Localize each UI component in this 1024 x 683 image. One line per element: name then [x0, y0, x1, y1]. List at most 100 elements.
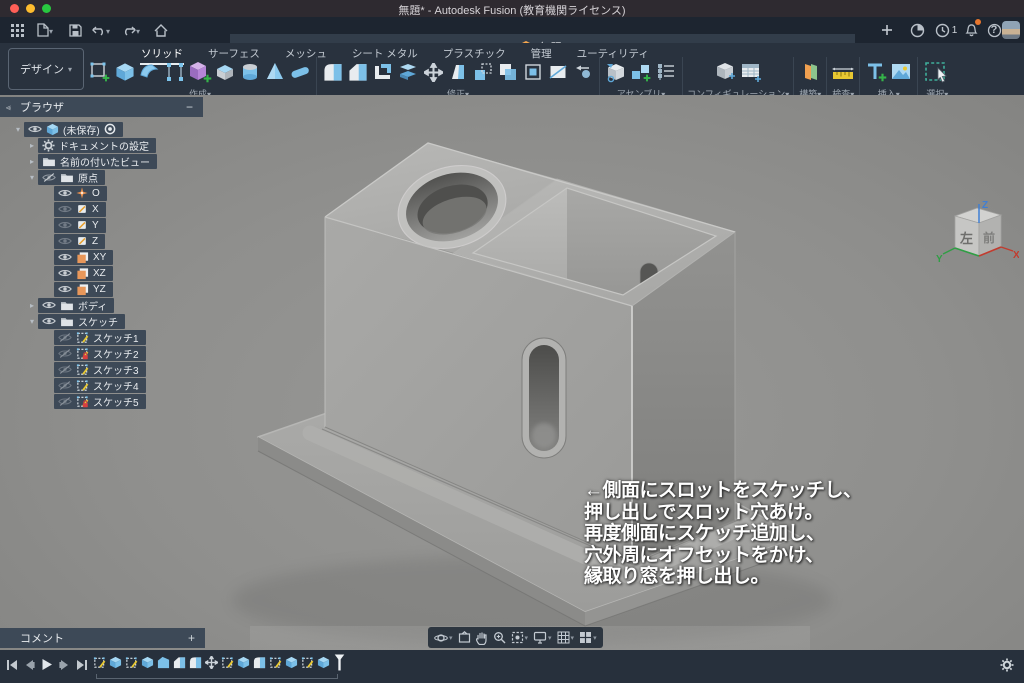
browser-row-sketch3[interactable]: スケッチ3 — [54, 361, 146, 377]
3d-viewport[interactable]: ←側面にスロットをスケッチし、 押し出しでスロット穴あけ。 再度側面にスケッチ追… — [0, 95, 1024, 650]
browser-row-sketch5[interactable]: スケッチ5 — [54, 393, 146, 409]
play-button[interactable] — [41, 658, 53, 671]
zoom-icon[interactable] — [493, 631, 506, 644]
browser-row-named-views[interactable]: ▸ 名前の付いたビュー — [26, 153, 157, 169]
loft-icon[interactable] — [163, 58, 187, 86]
notifications-bell-icon[interactable] — [962, 21, 980, 39]
eye-off-icon[interactable] — [58, 396, 72, 406]
browser-row-sketch4[interactable]: スケッチ4 — [54, 377, 146, 393]
press-pull-icon[interactable] — [396, 58, 420, 86]
extensions-icon[interactable] — [908, 21, 926, 39]
activate-component-radio[interactable] — [104, 123, 116, 135]
shell-icon[interactable] — [371, 58, 395, 86]
step-back-button[interactable] — [24, 659, 35, 671]
workspace-switcher-button[interactable]: デザイン — [8, 48, 84, 90]
browser-row-component[interactable]: ▾ (未保存) — [12, 121, 123, 137]
undo-icon[interactable] — [92, 21, 110, 39]
move-copy-icon[interactable] — [421, 58, 445, 86]
step-forward-button[interactable] — [59, 659, 70, 671]
collapse-panel-icon[interactable]: ⪡ — [6, 102, 11, 113]
timeline-extrude-feature[interactable] — [157, 655, 170, 670]
orbit-icon[interactable] — [434, 631, 453, 645]
pan-hand-icon[interactable] — [476, 631, 488, 645]
timeline-sketch-feature[interactable] — [125, 655, 138, 670]
eye-icon[interactable] — [58, 204, 72, 214]
browser-row-y-axis[interactable]: Y — [54, 217, 106, 233]
timeline-extrude-feature[interactable] — [237, 655, 250, 670]
browser-row-bodies[interactable]: ▸ ボディ — [26, 297, 114, 313]
avatar[interactable] — [1002, 21, 1020, 39]
create-sketch-icon[interactable] — [88, 58, 112, 86]
go-to-end-button[interactable] — [76, 659, 88, 671]
measure-icon[interactable] — [831, 58, 855, 86]
eye-icon[interactable] — [28, 124, 42, 134]
timeline-sketch-feature[interactable] — [93, 655, 106, 670]
offset-face-icon[interactable] — [521, 58, 545, 86]
browser-row-document-settings[interactable]: ▸ ドキュメントの設定 — [26, 137, 156, 153]
timeline-sketch-feature[interactable] — [301, 655, 314, 670]
browser-row-z-axis[interactable]: Z — [54, 233, 105, 249]
grid-snaps-icon[interactable] — [557, 631, 575, 644]
box-icon[interactable] — [213, 58, 237, 86]
browser-header[interactable]: ⪡ ブラウザ − — [0, 97, 203, 117]
browser-row-yz-plane[interactable]: YZ — [54, 281, 113, 297]
go-to-start-button[interactable] — [6, 659, 18, 671]
eye-icon[interactable] — [42, 316, 56, 326]
add-comment-button[interactable]: + — [188, 631, 195, 645]
viewport-3d-model[interactable] — [0, 95, 1024, 650]
new-component-icon[interactable] — [604, 58, 628, 86]
insert-image-icon[interactable] — [889, 58, 913, 86]
job-status-icon[interactable]: 1 — [933, 21, 959, 39]
eye-icon[interactable] — [58, 268, 72, 278]
browser-row-xz-plane[interactable]: XZ — [54, 265, 113, 281]
browser-row-sketch1[interactable]: スケッチ1 — [54, 329, 146, 345]
scale-icon[interactable] — [471, 58, 495, 86]
chevron-right-icon[interactable]: ▸ — [26, 157, 38, 166]
look-at-icon[interactable] — [458, 631, 471, 644]
point-move-icon[interactable] — [571, 58, 595, 86]
split-body-icon[interactable] — [546, 58, 570, 86]
chamfer-icon[interactable] — [346, 58, 370, 86]
eye-off-icon[interactable] — [58, 364, 72, 374]
viewports-icon[interactable] — [579, 631, 597, 644]
home-icon[interactable] — [152, 21, 170, 39]
timeline-extrude-feature[interactable] — [141, 655, 154, 670]
chevron-right-icon[interactable]: ▸ — [26, 301, 38, 310]
comments-bar[interactable]: コメント + — [0, 628, 205, 648]
cylinder-icon[interactable] — [238, 58, 262, 86]
eye-icon[interactable] — [42, 300, 56, 310]
eye-off-icon[interactable] — [42, 172, 56, 182]
app-grid-icon[interactable] — [8, 21, 26, 39]
timeline-sketch-feature[interactable] — [221, 655, 234, 670]
browser-row-sketches[interactable]: ▾ スケッチ — [26, 313, 125, 329]
browser-row-x-axis[interactable]: X — [54, 201, 106, 217]
browser-row-origin[interactable]: ▾ 原点 — [26, 169, 105, 185]
configure-icon[interactable] — [714, 58, 738, 86]
eye-off-icon[interactable] — [58, 380, 72, 390]
combine-icon[interactable] — [496, 58, 520, 86]
display-settings-icon[interactable] — [533, 631, 552, 644]
browser-row-origin-point[interactable]: O — [54, 185, 107, 201]
minimize-panel-icon[interactable]: − — [186, 100, 193, 114]
chevron-down-icon[interactable]: ▾ — [26, 317, 38, 326]
eye-off-icon[interactable] — [58, 332, 72, 342]
eye-icon[interactable] — [58, 188, 72, 198]
eye-icon[interactable] — [58, 236, 72, 246]
fillet-icon[interactable] — [321, 58, 345, 86]
eye-icon[interactable] — [58, 284, 72, 294]
eye-off-icon[interactable] — [58, 348, 72, 358]
file-new-icon[interactable] — [36, 21, 54, 39]
eye-icon[interactable] — [58, 252, 72, 262]
timeline-settings-gear-icon[interactable] — [1000, 658, 1014, 677]
save-icon[interactable] — [66, 21, 84, 39]
timeline-sketch-feature[interactable] — [269, 655, 282, 670]
create-form-icon[interactable] — [188, 58, 212, 86]
browser-row-sketch2[interactable]: スケッチ2 — [54, 345, 146, 361]
new-tab-icon[interactable] — [878, 21, 896, 39]
timeline-position-marker[interactable] — [333, 655, 346, 670]
timeline-fillet-feature[interactable] — [189, 655, 202, 670]
chevron-down-icon[interactable]: ▾ — [12, 125, 24, 134]
joint-icon[interactable] — [629, 58, 653, 86]
configuration-table-icon[interactable] — [739, 58, 763, 86]
eye-icon[interactable] — [58, 220, 72, 230]
